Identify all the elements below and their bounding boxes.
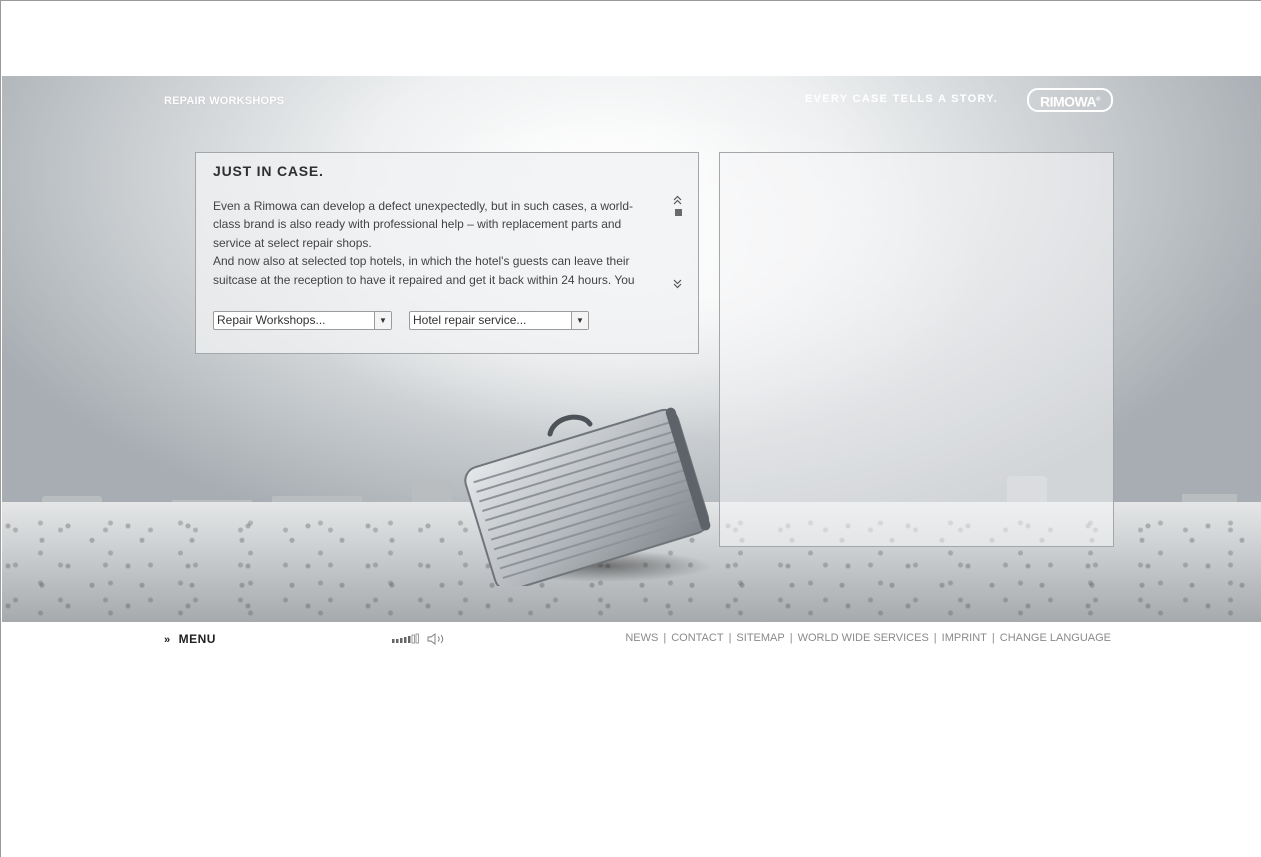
rimowa-logo[interactable]: RIMOWA® [1027,88,1113,112]
scrollbar-thumb[interactable] [675,209,682,216]
tagline: EVERY CASE TELLS A STORY. [805,93,999,105]
map-panel[interactable] [719,152,1114,547]
footer: » MENU NEWS | CONTACT | SITEMAP | WORLD WIDE SE… [1,622,1261,652]
hotel-repair-select[interactable]: Hotel repair service... ▼ [409,311,589,330]
footer-link-news[interactable]: NEWS [625,632,658,644]
panel-paragraph: And now also at selected top hotels, in … [213,254,635,287]
panel-text: Even a Rimowa can develop a defect unexp… [213,197,643,289]
menu-label: MENU [178,632,216,646]
suitcase-image [462,406,712,592]
volume-control[interactable] [391,632,451,645]
dropdown-arrow-icon[interactable]: ▼ [374,312,391,329]
logo-text: RIMOWA [1039,93,1097,110]
menu-chevron-icon: » [164,634,171,646]
hotel-repair-select-value: Hotel repair service... [413,313,527,327]
scroll-down-icon[interactable] [673,277,682,291]
speaker-icon [427,633,444,645]
footer-separator: | [663,632,667,644]
footer-link-change-language[interactable]: CHANGE LANGUAGE [1000,632,1111,644]
menu-button[interactable]: » MENU [164,632,216,646]
dropdown-arrow-icon[interactable]: ▼ [571,312,588,329]
footer-link-contact[interactable]: CONTACT [671,632,723,644]
footer-separator: | [728,632,732,644]
footer-separator: | [789,632,793,644]
footer-separator: | [933,632,937,644]
footer-link-world-wide-services[interactable]: WORLD WIDE SERVICES [798,632,929,644]
repair-workshops-select-value: Repair Workshops... [217,313,326,327]
panel-title: JUST IN CASE. [213,163,324,179]
panel-paragraph: Even a Rimowa can develop a defect unexp… [213,199,634,250]
volume-level-icon [392,633,419,644]
footer-links: NEWS | CONTACT | SITEMAP | WORLD WIDE SERVICES… [625,632,1111,644]
info-panel: JUST IN CASE. Even a Rimowa can develop … [195,152,699,354]
page-title: REPAIR WORKSHOPS [164,95,285,107]
footer-separator: | [991,632,995,644]
footer-link-sitemap[interactable]: SITEMAP [736,632,784,644]
hero-stage: REPAIR WORKSHOPS EVERY CASE TELLS A STOR… [2,76,1261,622]
scroll-up-icon[interactable] [673,195,682,209]
repair-workshops-select[interactable]: Repair Workshops... ▼ [213,311,392,330]
footer-link-imprint[interactable]: IMPRINT [942,632,987,644]
